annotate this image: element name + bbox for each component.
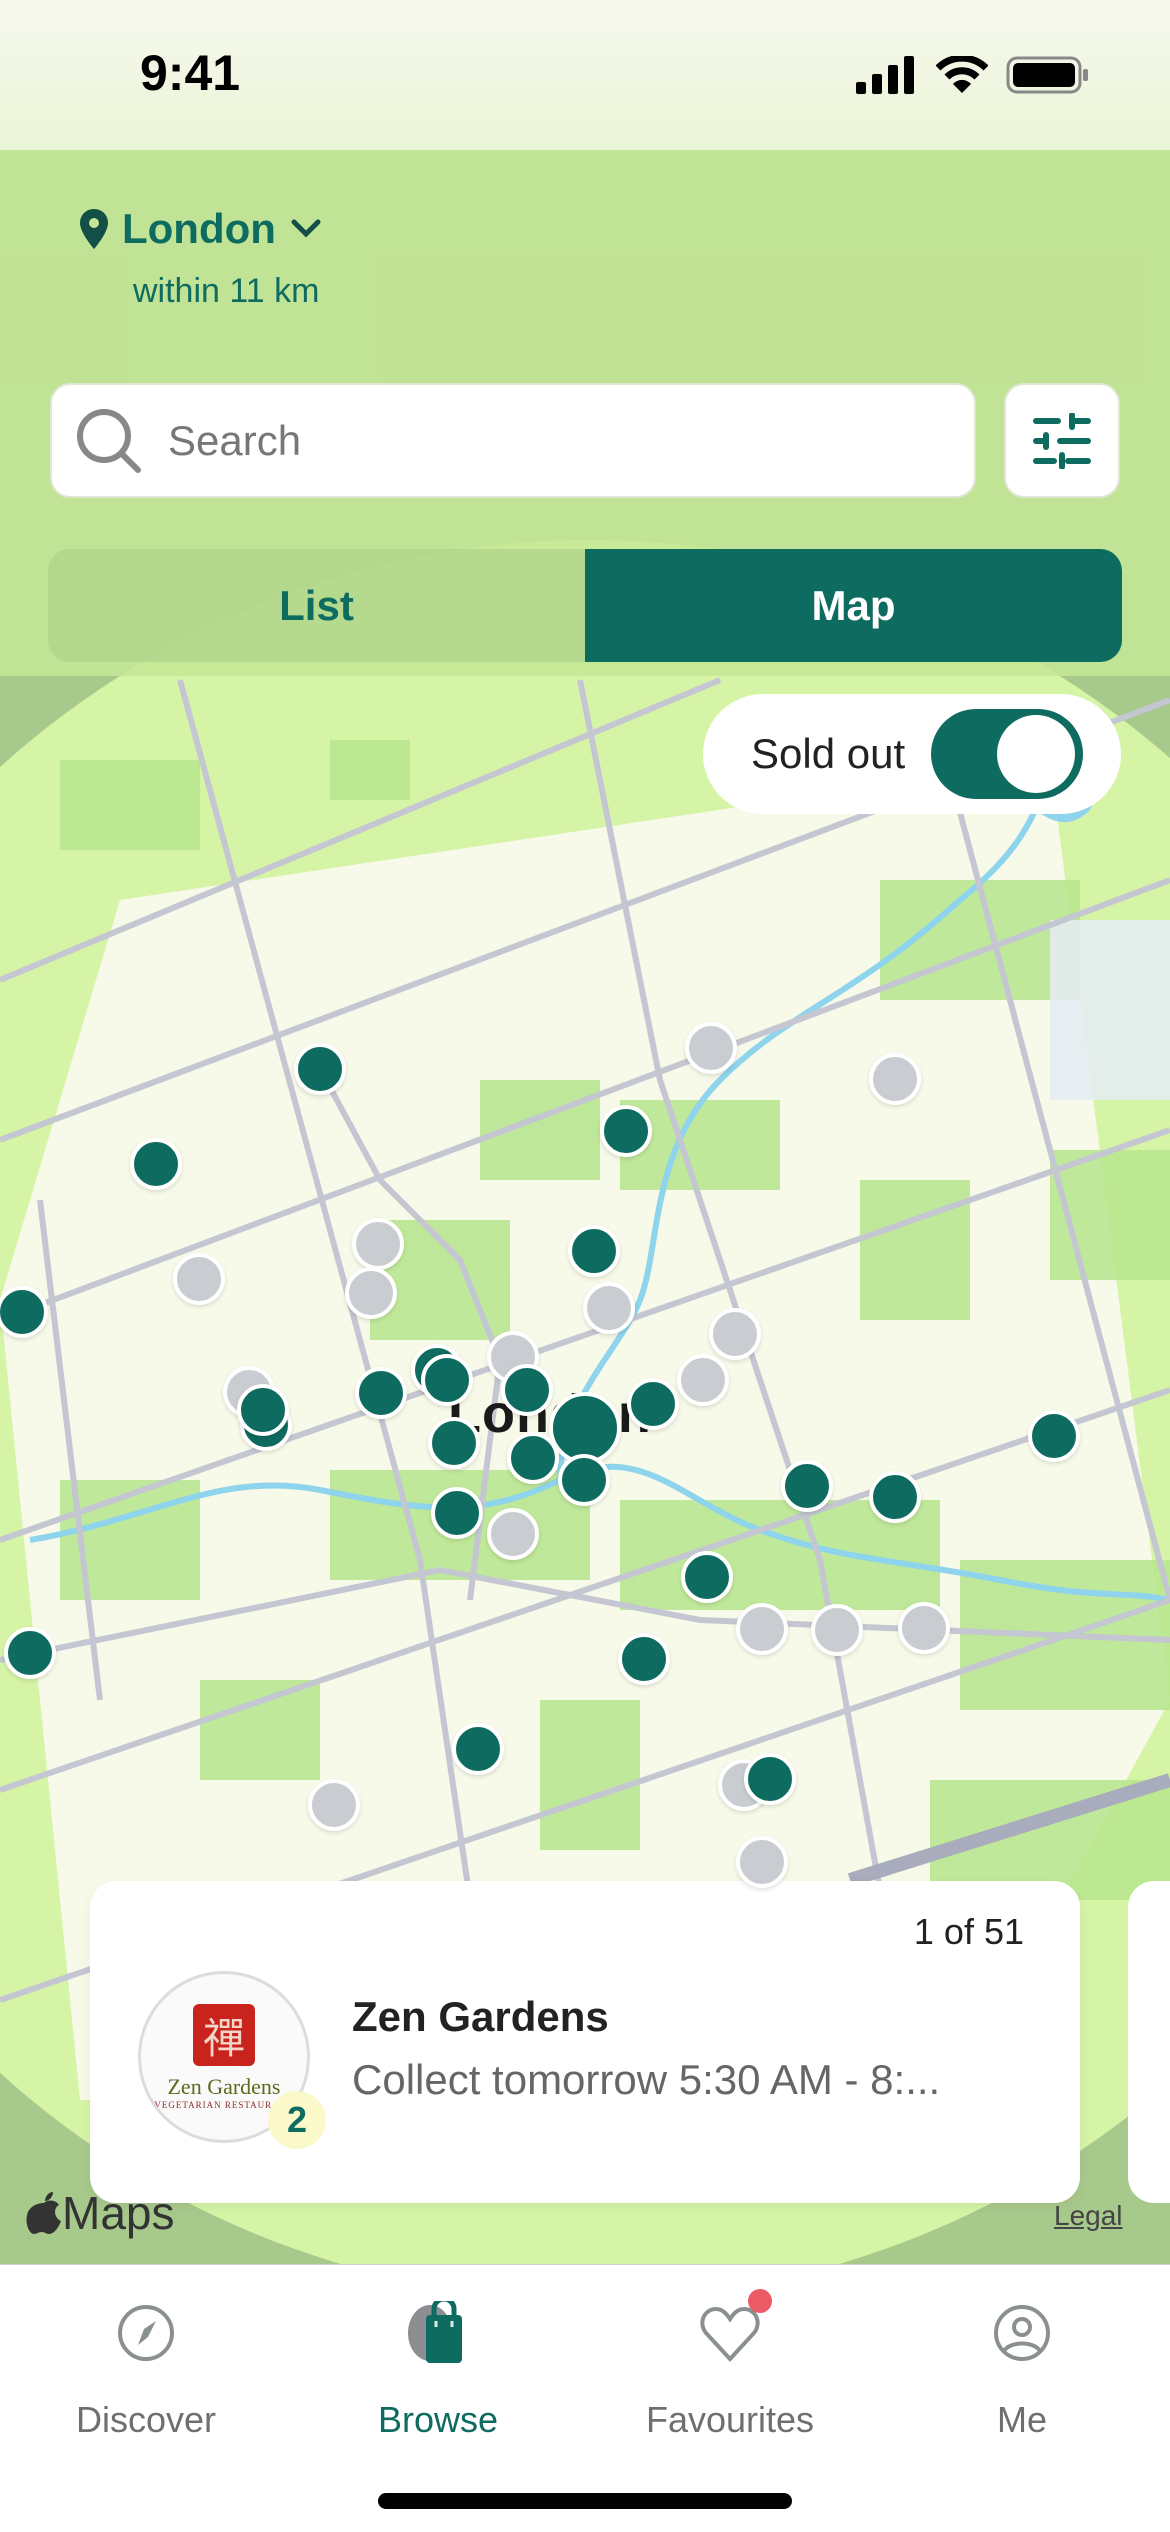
shopping-bag-icon (408, 2301, 462, 2363)
store-pin-available[interactable] (627, 1378, 679, 1430)
tab-favourites[interactable]: Favourites (584, 2265, 876, 2465)
tab-me[interactable]: Me (876, 2265, 1168, 2465)
cellular-signal-icon (856, 56, 914, 94)
store-pin-available[interactable] (1028, 1410, 1080, 1462)
sold-out-toggle[interactable] (931, 709, 1084, 799)
store-pin-sold-out[interactable] (345, 1267, 397, 1319)
store-pin-sold-out[interactable] (173, 1253, 225, 1305)
store-pin-available[interactable] (568, 1225, 620, 1277)
tab-list[interactable]: List (48, 549, 585, 662)
tab-label: Me (996, 2399, 1047, 2440)
maps-wordmark: Maps (62, 2187, 175, 2239)
store-pin-available[interactable] (869, 1471, 921, 1523)
location-name: London (122, 205, 276, 252)
store-pin-available[interactable] (558, 1454, 610, 1506)
store-pin-available[interactable] (421, 1354, 473, 1406)
search-input[interactable] (168, 416, 928, 465)
store-card[interactable]: 1 of 51 禪 Zen Gardens VEGETARIAN RESTAUR… (90, 1881, 1080, 2203)
profile-icon (994, 2305, 1050, 2361)
tab-label: Favourites (645, 2399, 815, 2440)
tab-label: Discover (75, 2399, 217, 2440)
apple-logo-icon (26, 2192, 62, 2234)
store-name: Zen Gardens (352, 1993, 609, 2040)
store-pin-sold-out[interactable] (352, 1218, 404, 1270)
home-indicator (378, 2493, 792, 2509)
store-pin-sold-out[interactable] (677, 1354, 729, 1406)
search-box[interactable] (50, 383, 976, 498)
tab-label: Browse (377, 2399, 499, 2440)
radius-text[interactable]: within 11 km (133, 272, 319, 311)
store-pin-available[interactable] (618, 1633, 670, 1685)
store-pin-available[interactable] (452, 1723, 504, 1775)
maps-attribution: Maps (26, 2186, 174, 2240)
store-pin-sold-out[interactable] (736, 1836, 788, 1888)
chevron-down-icon (291, 219, 321, 238)
view-toggle: List Map (48, 549, 1122, 662)
legal-link[interactable]: Legal (1054, 2200, 1123, 2232)
store-pin-available[interactable] (507, 1432, 559, 1484)
sliders-icon (1033, 412, 1091, 469)
location-pin-icon (80, 209, 108, 249)
store-pin-available[interactable] (428, 1417, 480, 1469)
store-pin-available[interactable] (355, 1367, 407, 1419)
card-counter: 1 of 51 (913, 1911, 1024, 1952)
tab-browse[interactable]: Browse (292, 2265, 584, 2465)
store-pin-sold-out[interactable] (736, 1603, 788, 1655)
logo-glyph: 禪 (193, 2004, 255, 2066)
store-pin-sold-out[interactable] (898, 1602, 950, 1654)
store-pin-sold-out[interactable] (869, 1053, 921, 1105)
store-pin-available[interactable] (237, 1384, 289, 1436)
status-time: 9:41 (140, 45, 241, 101)
store-pin-available[interactable] (130, 1138, 182, 1190)
store-pin-sold-out[interactable] (308, 1779, 360, 1831)
store-pin-available[interactable] (294, 1043, 346, 1095)
sold-out-filter: Sold out (703, 694, 1121, 814)
store-pin-sold-out[interactable] (709, 1308, 761, 1360)
tab-discover[interactable]: Discover (0, 2265, 292, 2465)
store-pin-sold-out[interactable] (487, 1508, 539, 1560)
store-pin-available[interactable] (744, 1753, 796, 1805)
store-pin-available[interactable] (4, 1627, 56, 1679)
next-store-card[interactable] (1128, 1881, 1170, 2203)
store-pin-available[interactable] (600, 1105, 652, 1157)
store-pin-available[interactable] (781, 1460, 833, 1512)
store-pin-available[interactable] (431, 1487, 483, 1539)
store-pin-sold-out[interactable] (811, 1604, 863, 1656)
wifi-icon (936, 56, 988, 93)
location-selector[interactable]: London (80, 205, 322, 253)
compass-icon (118, 2305, 174, 2361)
store-pin-sold-out[interactable] (685, 1022, 737, 1074)
store-pin-available[interactable] (501, 1364, 553, 1416)
tab-map[interactable]: Map (585, 549, 1122, 662)
pickup-time: Collect tomorrow 5:30 AM - 8:... (352, 2056, 941, 2103)
store-pin-sold-out[interactable] (583, 1282, 635, 1334)
filter-button[interactable] (1004, 383, 1120, 498)
notification-badge (748, 2289, 772, 2313)
status-bar: 9:41 (0, 0, 1170, 150)
store-pin-available[interactable] (681, 1551, 733, 1603)
bags-left-badge: 2 (268, 2091, 326, 2149)
toggle-knob (997, 715, 1076, 793)
search-icon (77, 408, 141, 473)
header: London within 11 km List Map (0, 150, 1170, 676)
sold-out-label: Sold out (751, 730, 906, 777)
heart-icon (700, 2306, 760, 2362)
battery-icon (1006, 56, 1088, 94)
tab-bar: Discover Browse Favourites Me (0, 2264, 1170, 2532)
